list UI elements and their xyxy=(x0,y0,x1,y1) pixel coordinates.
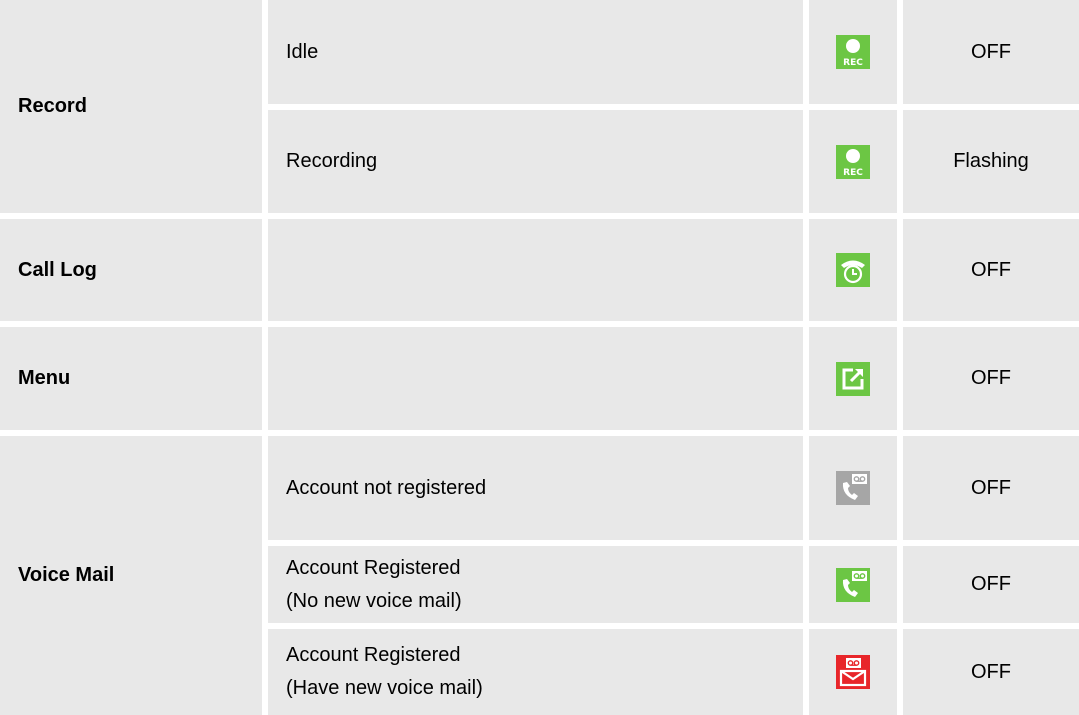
svg-text:REC: REC xyxy=(843,58,863,68)
feature-label-text: Voice Mail xyxy=(18,564,115,586)
led-status: OFF xyxy=(971,40,1011,63)
led-status-cell: OFF xyxy=(903,436,1079,540)
led-status-cell: OFF xyxy=(903,219,1079,321)
feature-label-call-log: Call Log xyxy=(0,219,262,321)
led-status: Flashing xyxy=(953,150,1029,172)
rec-icon: REC xyxy=(836,35,870,69)
state-desc-line: Account Registered xyxy=(286,644,461,666)
icon-cell xyxy=(809,436,897,540)
state-desc: Idle xyxy=(286,40,319,63)
led-status: OFF xyxy=(971,660,1011,683)
voicemail-gray-icon xyxy=(836,471,870,505)
led-status: OFF xyxy=(971,367,1011,389)
led-status: OFF xyxy=(971,258,1011,281)
icon-cell xyxy=(809,546,897,623)
state-desc-cell xyxy=(268,219,803,321)
state-desc-cell: Account Registered (Have new voice mail) xyxy=(268,629,803,715)
led-status-cell: OFF xyxy=(903,327,1079,430)
feature-label-text: Record xyxy=(18,95,87,117)
state-desc-cell: Idle xyxy=(268,0,803,104)
feature-label-text: Menu xyxy=(18,367,71,389)
state-desc-line: (Have new voice mail) xyxy=(286,677,483,699)
rec-icon: REC xyxy=(836,144,870,179)
icon-cell: REC xyxy=(809,0,897,104)
voicemail-green-icon xyxy=(836,567,870,602)
call-log-icon xyxy=(836,253,870,287)
icon-cell xyxy=(809,327,897,430)
feature-label-text: Call Log xyxy=(18,258,97,281)
led-status: OFF xyxy=(971,476,1011,499)
state-desc: Recording xyxy=(286,150,378,172)
led-status-cell: Flashing xyxy=(903,110,1079,213)
feature-label-menu: Menu xyxy=(0,327,262,430)
led-status-cell: OFF xyxy=(903,546,1079,623)
led-status: OFF xyxy=(971,573,1011,595)
state-desc-cell: Account not registered xyxy=(268,436,803,540)
icon-cell: REC xyxy=(809,110,897,213)
state-desc-cell: Account Registered (No new voice mail) xyxy=(268,546,803,623)
icon-cell xyxy=(809,219,897,321)
state-desc: Account not registered xyxy=(286,476,487,499)
state-desc-line: (No new voice mail) xyxy=(286,589,462,612)
icon-cell xyxy=(809,629,897,715)
state-desc-cell xyxy=(268,327,803,430)
svg-text:REC: REC xyxy=(843,168,863,178)
feature-label-voice-mail: Voice Mail xyxy=(0,436,262,715)
state-desc-line: Account Registered xyxy=(286,556,461,579)
feature-label-record: Record xyxy=(0,0,262,213)
led-status-cell: OFF xyxy=(903,629,1079,715)
led-status-cell: OFF xyxy=(903,0,1079,104)
voicemail-red-icon xyxy=(836,655,870,689)
state-desc-cell: Recording xyxy=(268,110,803,213)
menu-icon xyxy=(836,361,870,396)
